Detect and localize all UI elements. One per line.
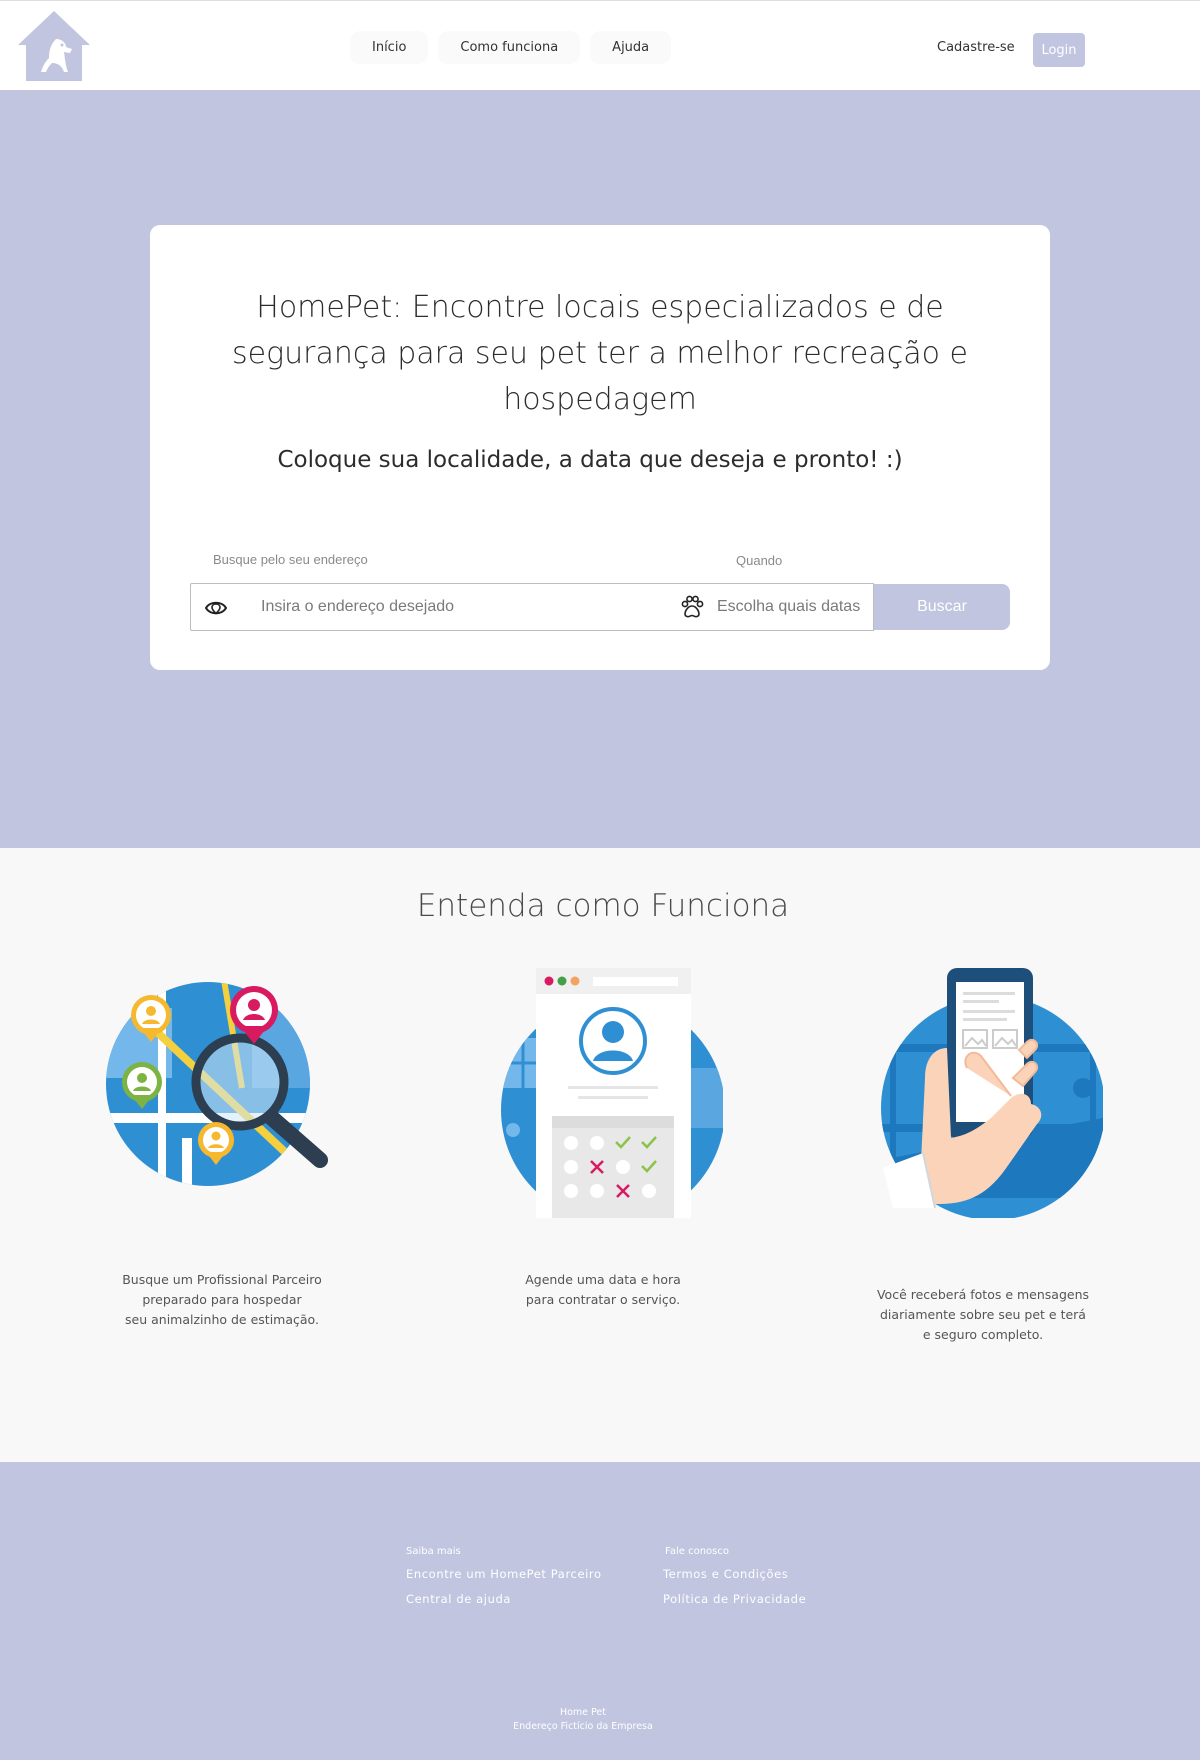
hero-section: HomePet: Encontre locais especializados … [0,90,1200,848]
footer-link-termos[interactable]: Termos e Condições [663,1567,806,1581]
step-schedule-line-1: Agende uma data e hora [525,1272,681,1287]
address-input[interactable] [261,594,681,620]
step-search-text: Busque um Profissional Parceiro preparad… [92,1270,352,1330]
location-eye-icon [204,601,228,615]
step-search-line-2: preparado para hospedar [142,1292,302,1307]
step-search-line-3: seu animalzinho de estimação. [125,1312,319,1327]
nav-inicio[interactable]: Início [350,31,429,64]
step-updates-line-2: diariamente sobre seu pet e terá [880,1307,1086,1322]
step-search: Busque um Profissional Parceiro preparad… [92,968,352,1327]
step-updates-line-1: Você receberá fotos e mensagens [876,1287,1090,1302]
step-updates: Você receberá fotos e mensagens diariame… [853,968,1113,1342]
step-updates-text: Você receberá fotos e mensagens diariame… [853,1285,1113,1345]
step-updates-line-3: e seguro completo. [922,1327,1044,1342]
address-label: Busque pelo seu endereço [213,552,368,567]
main-nav: Início Como funciona Ajuda [350,31,672,64]
step-schedule-text: Agende uma data e hora para contratar o … [473,1270,733,1310]
signup-link[interactable]: Cadastre-se [937,40,1015,55]
section-title: Entenda como Funciona [416,888,790,924]
step-schedule: Agende uma data e hora para contratar o … [473,968,733,1307]
date-input[interactable] [717,594,867,620]
search-bar [190,583,874,631]
footer-address: Endereço Fictício da Empresa [513,1721,653,1732]
when-label: Quando [736,553,783,568]
nav-ajuda[interactable]: Ajuda [590,31,672,64]
map-search-icon [106,982,328,1186]
home-pet-logo-icon[interactable] [16,9,92,83]
search-card: HomePet: Encontre locais especializados … [150,225,1050,670]
footer-col-fale-conosco: Fale conosco Termos e Condições Política… [663,1546,806,1617]
footer-heading-saiba-mais: Saiba mais [406,1546,461,1557]
footer-link-privacidade[interactable]: Política de Privacidade [663,1592,806,1606]
paw-icon [681,595,704,618]
search-button[interactable]: Buscar [874,584,1010,630]
hero-title: HomePet: Encontre locais especializados … [232,290,968,417]
how-it-works-section: Entenda como Funciona Busque um Profissi… [0,848,1200,1462]
phone-hand-icon [881,968,1103,1218]
footer-link-central-ajuda[interactable]: Central de ajuda [406,1592,602,1606]
footer-heading-fale-conosco: Fale conosco [665,1546,729,1557]
nav-como-funciona[interactable]: Como funciona [438,31,581,64]
footer-bottom: Home Pet Endereço Fictício da Empresa [0,1706,1166,1734]
login-button[interactable]: Login [1033,33,1085,67]
header: Início Como funciona Ajuda Cadastre-se L… [0,0,1200,90]
footer-brand: Home Pet [559,1707,607,1718]
hero-subtitle: Coloque sua localidade, a data que desej… [277,447,903,473]
calendar-profile-icon [501,968,723,1218]
footer-col-saiba-mais: Saiba mais Encontre um HomePet Parceiro … [406,1546,602,1617]
footer: Saiba mais Encontre um HomePet Parceiro … [0,1462,1200,1760]
step-schedule-line-2: para contratar o serviço. [525,1292,681,1307]
footer-link-encontre-parceiro[interactable]: Encontre um HomePet Parceiro [406,1567,602,1581]
step-search-line-1: Busque um Profissional Parceiro [122,1272,322,1287]
